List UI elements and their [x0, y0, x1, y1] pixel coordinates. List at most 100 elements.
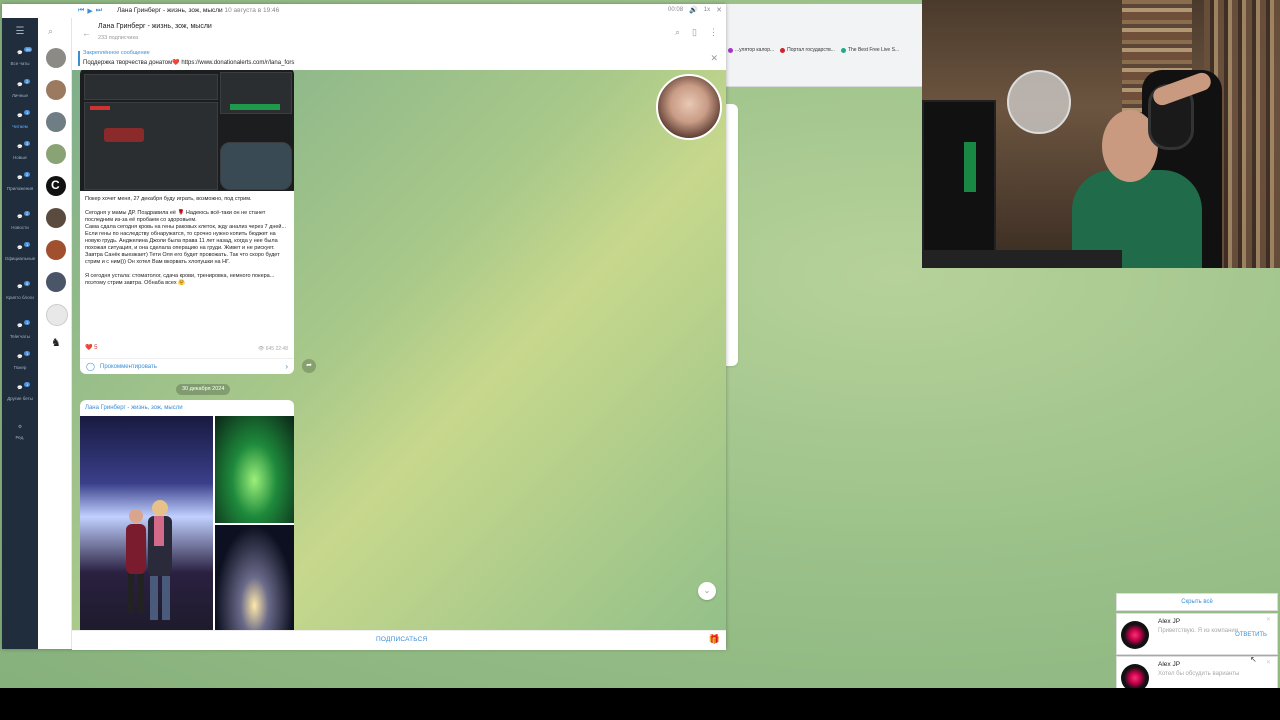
close-player-icon[interactable]: ✕: [716, 6, 722, 14]
photo-light-sculpture[interactable]: [215, 525, 294, 630]
poker-screenshot-image: [80, 70, 294, 191]
view-count: 645: [265, 346, 275, 352]
folder-label: Новые: [13, 155, 27, 160]
reply-button[interactable]: ОТВЕТИТЬ: [1235, 632, 1267, 638]
pinned-title: Закреплённое сообщение: [83, 50, 150, 56]
chat-avatar[interactable]: ♞: [46, 334, 66, 354]
chat-avatar[interactable]: [46, 272, 66, 292]
chat-avatar[interactable]: [46, 240, 66, 260]
chevron-right-icon: ›: [285, 362, 288, 371]
folder-personal[interactable]: 💬 2 Личные: [2, 79, 38, 98]
folder-reading[interactable]: 💬 1 Читаем: [2, 110, 38, 129]
chat-avatar[interactable]: [46, 48, 66, 68]
bookmark-item[interactable]: ...улятор калор...: [728, 47, 774, 53]
avatar: [1121, 621, 1149, 649]
photo-tunnel-lights[interactable]: [80, 416, 213, 630]
chat-panel: ← Лана Гринберг - жизнь, зож, мысли 233 …: [72, 18, 726, 650]
chat-title[interactable]: Лана Гринберг - жизнь, зож, мысли: [98, 23, 212, 30]
media-player-controls: ⏮ ▶ ⏭: [78, 7, 102, 15]
folder-label: Telегчаты: [10, 334, 30, 339]
notification-sender: Alex JP: [1158, 618, 1181, 625]
chat-header: ← Лана Гринберг - жизнь, зож, мысли 233 …: [72, 18, 726, 49]
chat-avatar[interactable]: [46, 112, 66, 132]
scroll-down-icon[interactable]: ⌄: [698, 582, 716, 600]
play-icon[interactable]: ▶: [87, 7, 92, 15]
volume-icon[interactable]: 🔊: [689, 6, 698, 14]
folder-label: Приложения: [6, 186, 34, 191]
close-icon[interactable]: ✕: [710, 53, 718, 64]
chat-avatar[interactable]: [46, 80, 66, 100]
chat-avatar[interactable]: C: [46, 176, 66, 196]
player-right-controls: 00:08 🔊 1x ✕: [668, 6, 722, 14]
menu-icon[interactable]: ☰: [2, 26, 38, 37]
close-icon[interactable]: ✕: [1266, 659, 1271, 666]
folder-news[interactable]: 💬 2 Новости: [2, 211, 38, 230]
chat-avatar[interactable]: [46, 208, 66, 228]
header-icons: ⌕ ▯ ⋮: [675, 27, 718, 38]
share-icon[interactable]: ➦: [302, 359, 316, 373]
pinned-text: Поддержка творчества донатом❤️ https://w…: [83, 60, 295, 66]
folder-label: Покер: [13, 365, 27, 370]
mouse-cursor-icon: ↖: [1250, 655, 1257, 664]
message-text: Покер хочет меня, 27 декабря буду играть…: [85, 196, 287, 286]
hide-all-button[interactable]: Скрыть всё: [1116, 593, 1278, 611]
speed-icon[interactable]: 1x: [704, 7, 710, 13]
reaction-heart[interactable]: ❤️ 5: [85, 344, 97, 351]
chat-list-collapsed: ⌕ C ♞: [38, 18, 72, 649]
letterbox-bar: [0, 688, 1280, 720]
close-icon[interactable]: ✕: [1266, 616, 1271, 623]
folder-label: Ред.: [15, 435, 25, 440]
folder-poker[interactable]: 💬 1 Покер: [2, 351, 38, 370]
folder-other-bets[interactable]: 💬 1 Другие беты: [2, 382, 38, 401]
chat-avatar[interactable]: [46, 144, 66, 164]
pinned-indicator: [78, 51, 80, 66]
back-arrow-icon[interactable]: ←: [82, 28, 91, 38]
comment-label: Прокомментировать: [100, 364, 157, 370]
folder-label: Все чаты: [10, 61, 30, 66]
more-menu-icon[interactable]: ⋮: [709, 27, 718, 38]
folders-sidebar: ☰ 💬 99 Все чаты 💬 2 Личные 💬 1 Читаем 💬 3 Но…: [2, 18, 38, 649]
folder-apps[interactable]: 💬 2 Приложения: [2, 172, 38, 191]
next-icon[interactable]: ⏭: [96, 7, 102, 15]
now-playing-date: 10 августа в 19:46: [224, 7, 280, 14]
notification-text: Приветствую. Я из компании: [1158, 628, 1239, 634]
now-playing-title: Лана Гринберг - жизнь, зож, мысли: [117, 7, 223, 14]
message-author[interactable]: Лана Гринберг - жизнь, зож, мысли: [85, 405, 183, 411]
previous-icon[interactable]: ⏮: [78, 7, 84, 15]
bookmark-item[interactable]: The Best Free Live S...: [840, 47, 899, 53]
notification[interactable]: Alex JP Приветствую. Я из компании ОТВЕТ…: [1116, 613, 1278, 655]
folder-new[interactable]: 💬 3 Новые: [2, 141, 38, 160]
search-icon[interactable]: ⌕: [675, 27, 680, 38]
folder-all-chats[interactable]: 💬 99 Все чаты: [2, 47, 38, 66]
subscriber-count: 233 подписчика: [98, 35, 139, 41]
notifications-area: Скрыть всё Alex JP Приветствую. Я из ком…: [1116, 593, 1278, 692]
folder-label: Личные: [11, 93, 29, 98]
sliders-icon: ⚙: [17, 424, 23, 429]
title-bar: ⏮ ▶ ⏭ Лана Гринберг - жизнь, зож, мысли …: [2, 4, 726, 18]
bookmark-item[interactable]: Портал государств...: [780, 47, 835, 53]
message-bubble: Лана Гринберг - жизнь, зож, мысли: [80, 400, 294, 630]
folder-tg-chats[interactable]: 💬 1 Telегчаты: [2, 320, 38, 339]
channel-avatar[interactable]: [656, 74, 722, 140]
gift-icon[interactable]: 🎁: [709, 634, 720, 645]
photo-christmas-tree[interactable]: [215, 416, 294, 523]
chat-messages-area: Покер хочет меня, 27 декабря буду играть…: [72, 70, 726, 630]
subscribe-button[interactable]: ПОДПИСАТЬСЯ: [376, 636, 427, 643]
eye-icon: 👁: [258, 346, 265, 352]
comment-icon: ◯: [86, 362, 95, 371]
pinned-message[interactable]: Закреплённое сообщение Поддержка творчес…: [72, 48, 726, 71]
subscribe-bar: ПОДПИСАТЬСЯ 🎁: [72, 630, 726, 650]
now-playing: Лана Гринберг - жизнь, зож, мысли 10 авг…: [117, 7, 279, 14]
search-icon[interactable]: ⌕: [48, 26, 53, 37]
folder-official[interactable]: 💬 1 Официальные: [2, 242, 38, 261]
webcam-overlay: [922, 0, 1280, 268]
fan: [1007, 70, 1071, 134]
comment-button[interactable]: ◯ Прокомментировать ›: [80, 358, 294, 374]
date-separator: 30 декабря 2024: [176, 384, 231, 395]
folder-edit[interactable]: ⚙ Ред.: [2, 424, 38, 440]
people-silhouette: [126, 500, 172, 620]
sidebar-toggle-icon[interactable]: ▯: [692, 27, 697, 38]
folder-crypto[interactable]: 💬 5 Крипто блоги: [2, 281, 38, 300]
message-time: 22:48: [275, 346, 288, 352]
chat-avatar[interactable]: [46, 304, 68, 326]
